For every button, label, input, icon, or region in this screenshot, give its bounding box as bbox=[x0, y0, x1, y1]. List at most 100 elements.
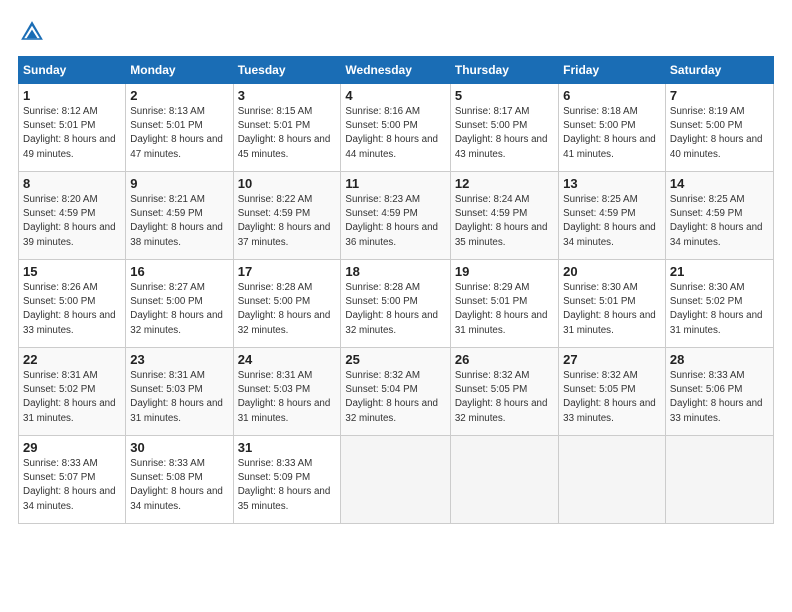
day-cell bbox=[450, 436, 558, 524]
logo bbox=[18, 18, 50, 46]
week-row-4: 22 Sunrise: 8:31 AMSunset: 5:02 PMDayligh… bbox=[19, 348, 774, 436]
day-info: Sunrise: 8:32 AMSunset: 5:04 PMDaylight:… bbox=[345, 370, 438, 424]
day-cell: 27 Sunrise: 8:32 AMSunset: 5:05 PMDayligh… bbox=[559, 348, 666, 436]
day-cell: 13 Sunrise: 8:25 AMSunset: 4:59 PMDayligh… bbox=[559, 172, 666, 260]
day-info: Sunrise: 8:15 AMSunset: 5:01 PMDaylight:… bbox=[238, 106, 331, 160]
day-number: 7 bbox=[670, 88, 769, 103]
day-number: 1 bbox=[23, 88, 121, 103]
day-number: 14 bbox=[670, 176, 769, 191]
day-info: Sunrise: 8:33 AMSunset: 5:09 PMDaylight:… bbox=[238, 458, 331, 512]
day-number: 3 bbox=[238, 88, 337, 103]
day-cell: 1 Sunrise: 8:12 AMSunset: 5:01 PMDaylight… bbox=[19, 84, 126, 172]
day-info: Sunrise: 8:24 AMSunset: 4:59 PMDaylight:… bbox=[455, 194, 548, 248]
day-cell: 14 Sunrise: 8:25 AMSunset: 4:59 PMDayligh… bbox=[665, 172, 773, 260]
week-row-1: 1 Sunrise: 8:12 AMSunset: 5:01 PMDaylight… bbox=[19, 84, 774, 172]
day-info: Sunrise: 8:26 AMSunset: 5:00 PMDaylight:… bbox=[23, 282, 116, 336]
day-info: Sunrise: 8:31 AMSunset: 5:03 PMDaylight:… bbox=[130, 370, 223, 424]
day-info: Sunrise: 8:12 AMSunset: 5:01 PMDaylight:… bbox=[23, 106, 116, 160]
week-row-5: 29 Sunrise: 8:33 AMSunset: 5:07 PMDayligh… bbox=[19, 436, 774, 524]
day-number: 22 bbox=[23, 352, 121, 367]
day-cell: 8Sunrise: 8:20 AMSunset: 4:59 PMDaylight… bbox=[19, 172, 126, 260]
day-info: Sunrise: 8:22 AMSunset: 4:59 PMDaylight:… bbox=[238, 194, 331, 248]
day-info: Sunrise: 8:19 AMSunset: 5:00 PMDaylight:… bbox=[670, 106, 763, 160]
day-number: 15 bbox=[23, 264, 121, 279]
day-cell: 11 Sunrise: 8:23 AMSunset: 4:59 PMDayligh… bbox=[341, 172, 450, 260]
week-row-3: 15 Sunrise: 8:26 AMSunset: 5:00 PMDayligh… bbox=[19, 260, 774, 348]
day-info: Sunrise: 8:30 AMSunset: 5:01 PMDaylight:… bbox=[563, 282, 656, 336]
day-cell: 20 Sunrise: 8:30 AMSunset: 5:01 PMDayligh… bbox=[559, 260, 666, 348]
day-number: 25 bbox=[345, 352, 445, 367]
day-info: Sunrise: 8:28 AMSunset: 5:00 PMDaylight:… bbox=[238, 282, 331, 336]
calendar-table: SundayMondayTuesdayWednesdayThursdayFrid… bbox=[18, 56, 774, 524]
day-cell: 31 Sunrise: 8:33 AMSunset: 5:09 PMDayligh… bbox=[233, 436, 341, 524]
day-cell: 22 Sunrise: 8:31 AMSunset: 5:02 PMDayligh… bbox=[19, 348, 126, 436]
day-info: Sunrise: 8:29 AMSunset: 5:01 PMDaylight:… bbox=[455, 282, 548, 336]
day-cell: 18Sunrise: 8:28 AMSunset: 5:00 PMDayligh… bbox=[341, 260, 450, 348]
day-number: 30 bbox=[130, 440, 228, 455]
day-info: Sunrise: 8:32 AMSunset: 5:05 PMDaylight:… bbox=[455, 370, 548, 424]
header bbox=[18, 18, 774, 46]
day-cell: 24Sunrise: 8:31 AMSunset: 5:03 PMDayligh… bbox=[233, 348, 341, 436]
day-cell: 25 Sunrise: 8:32 AMSunset: 5:04 PMDayligh… bbox=[341, 348, 450, 436]
day-info: Sunrise: 8:30 AMSunset: 5:02 PMDaylight:… bbox=[670, 282, 763, 336]
day-cell: 23 Sunrise: 8:31 AMSunset: 5:03 PMDayligh… bbox=[126, 348, 233, 436]
day-cell: 12 Sunrise: 8:24 AMSunset: 4:59 PMDayligh… bbox=[450, 172, 558, 260]
day-cell bbox=[665, 436, 773, 524]
day-cell: 15 Sunrise: 8:26 AMSunset: 5:00 PMDayligh… bbox=[19, 260, 126, 348]
col-header-sunday: Sunday bbox=[19, 57, 126, 84]
col-header-thursday: Thursday bbox=[450, 57, 558, 84]
day-number: 16 bbox=[130, 264, 228, 279]
day-number: 19 bbox=[455, 264, 554, 279]
day-info: Sunrise: 8:33 AMSunset: 5:08 PMDaylight:… bbox=[130, 458, 223, 512]
day-info: Sunrise: 8:33 AMSunset: 5:07 PMDaylight:… bbox=[23, 458, 116, 512]
day-number: 29 bbox=[23, 440, 121, 455]
day-number: 18 bbox=[345, 264, 445, 279]
day-info: Sunrise: 8:31 AMSunset: 5:02 PMDaylight:… bbox=[23, 370, 116, 424]
header-row: SundayMondayTuesdayWednesdayThursdayFrid… bbox=[19, 57, 774, 84]
day-info: Sunrise: 8:18 AMSunset: 5:00 PMDaylight:… bbox=[563, 106, 656, 160]
day-number: 13 bbox=[563, 176, 661, 191]
day-info: Sunrise: 8:33 AMSunset: 5:06 PMDaylight:… bbox=[670, 370, 763, 424]
day-number: 6 bbox=[563, 88, 661, 103]
day-number: 12 bbox=[455, 176, 554, 191]
day-info: Sunrise: 8:25 AMSunset: 4:59 PMDaylight:… bbox=[670, 194, 763, 248]
day-number: 31 bbox=[238, 440, 337, 455]
day-number: 21 bbox=[670, 264, 769, 279]
day-info: Sunrise: 8:21 AMSunset: 4:59 PMDaylight:… bbox=[130, 194, 223, 248]
day-cell: 28 Sunrise: 8:33 AMSunset: 5:06 PMDayligh… bbox=[665, 348, 773, 436]
col-header-saturday: Saturday bbox=[665, 57, 773, 84]
day-info: Sunrise: 8:27 AMSunset: 5:00 PMDaylight:… bbox=[130, 282, 223, 336]
day-number: 11 bbox=[345, 176, 445, 191]
day-cell: 7 Sunrise: 8:19 AMSunset: 5:00 PMDaylight… bbox=[665, 84, 773, 172]
day-info: Sunrise: 8:16 AMSunset: 5:00 PMDaylight:… bbox=[345, 106, 438, 160]
day-number: 24 bbox=[238, 352, 337, 367]
day-number: 28 bbox=[670, 352, 769, 367]
day-cell: 26 Sunrise: 8:32 AMSunset: 5:05 PMDayligh… bbox=[450, 348, 558, 436]
day-number: 27 bbox=[563, 352, 661, 367]
day-info: Sunrise: 8:20 AMSunset: 4:59 PMDaylight:… bbox=[23, 194, 116, 248]
day-cell: 6 Sunrise: 8:18 AMSunset: 5:00 PMDaylight… bbox=[559, 84, 666, 172]
day-info: Sunrise: 8:13 AMSunset: 5:01 PMDaylight:… bbox=[130, 106, 223, 160]
day-cell: 9Sunrise: 8:21 AMSunset: 4:59 PMDaylight… bbox=[126, 172, 233, 260]
day-info: Sunrise: 8:17 AMSunset: 5:00 PMDaylight:… bbox=[455, 106, 548, 160]
day-info: Sunrise: 8:32 AMSunset: 5:05 PMDaylight:… bbox=[563, 370, 656, 424]
day-number: 5 bbox=[455, 88, 554, 103]
day-number: 26 bbox=[455, 352, 554, 367]
day-info: Sunrise: 8:25 AMSunset: 4:59 PMDaylight:… bbox=[563, 194, 656, 248]
week-row-2: 8Sunrise: 8:20 AMSunset: 4:59 PMDaylight… bbox=[19, 172, 774, 260]
day-cell: 10 Sunrise: 8:22 AMSunset: 4:59 PMDayligh… bbox=[233, 172, 341, 260]
logo-icon bbox=[18, 18, 46, 46]
day-info: Sunrise: 8:23 AMSunset: 4:59 PMDaylight:… bbox=[345, 194, 438, 248]
day-number: 20 bbox=[563, 264, 661, 279]
day-cell: 29 Sunrise: 8:33 AMSunset: 5:07 PMDayligh… bbox=[19, 436, 126, 524]
day-cell: 21 Sunrise: 8:30 AMSunset: 5:02 PMDayligh… bbox=[665, 260, 773, 348]
col-header-wednesday: Wednesday bbox=[341, 57, 450, 84]
day-number: 23 bbox=[130, 352, 228, 367]
calendar-page: SundayMondayTuesdayWednesdayThursdayFrid… bbox=[0, 0, 792, 612]
day-cell: 16 Sunrise: 8:27 AMSunset: 5:00 PMDayligh… bbox=[126, 260, 233, 348]
day-number: 10 bbox=[238, 176, 337, 191]
col-header-friday: Friday bbox=[559, 57, 666, 84]
col-header-tuesday: Tuesday bbox=[233, 57, 341, 84]
day-cell bbox=[559, 436, 666, 524]
day-cell bbox=[341, 436, 450, 524]
